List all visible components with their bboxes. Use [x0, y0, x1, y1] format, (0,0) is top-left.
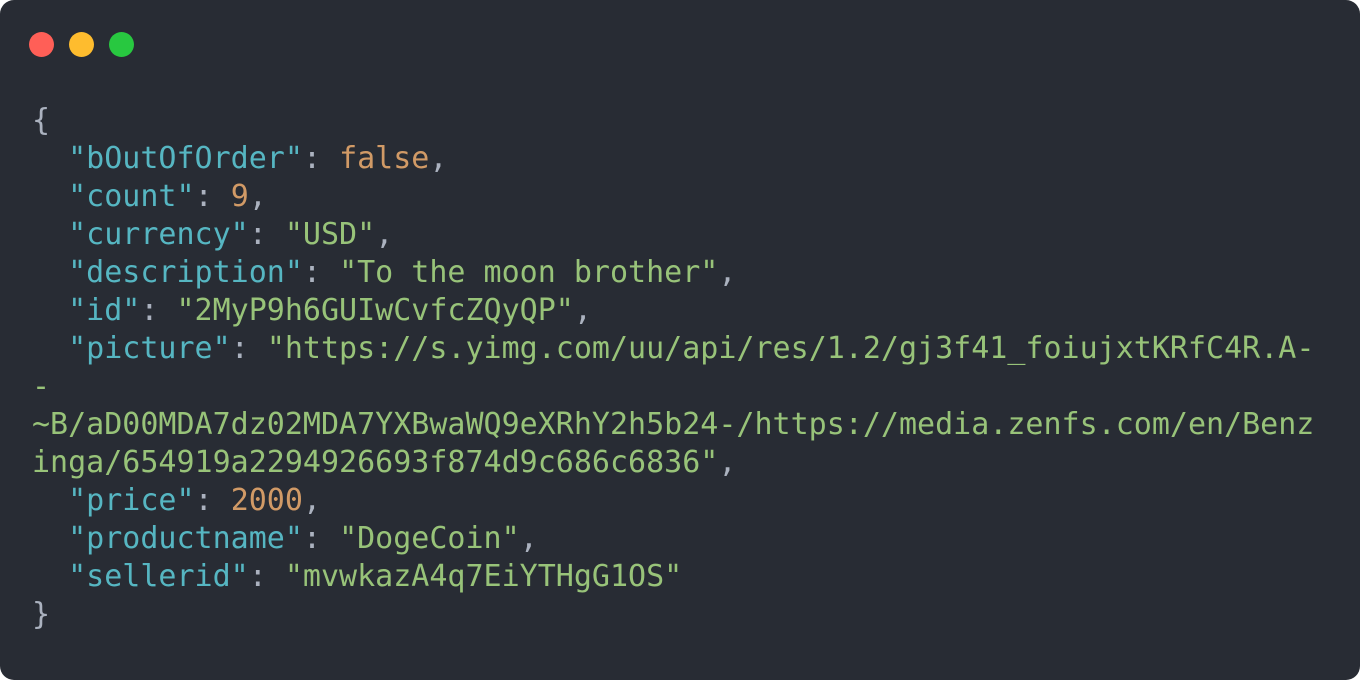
code-line-id: "id": "2MyP9h6GUIwCvfcZQyQP",: [68, 293, 592, 328]
json-key: "sellerid": [68, 559, 249, 594]
json-value: "To the moon brother": [339, 255, 719, 290]
code-line-picture-wrap: -: [32, 368, 1322, 406]
window-titlebar: [0, 0, 1360, 80]
json-key: "bOutOfOrder": [68, 141, 303, 176]
code-line-currency: "currency": "USD",: [68, 217, 394, 252]
maximize-window-icon[interactable]: [109, 32, 134, 57]
json-key: "description": [68, 255, 303, 290]
code-line-sellerid: "sellerid": "mvwkazA4q7EiYTHgG1OS": [68, 559, 683, 594]
code-line: {: [32, 102, 1322, 140]
code-window: { "bOutOfOrder": false, "count": 9, "cur…: [0, 0, 1360, 680]
json-key: "count": [68, 179, 195, 214]
json-value: "mvwkazA4q7EiYTHgG1OS": [284, 559, 683, 594]
json-value: "USD": [284, 217, 376, 252]
json-value: 9: [230, 179, 249, 214]
json-key: "currency": [68, 217, 249, 252]
json-key: "id": [68, 293, 141, 328]
code-line-bOutOfOrder: "bOutOfOrder": false,: [68, 141, 448, 176]
code-line-description: "description": "To the moon brother",: [68, 255, 737, 290]
json-value-wrap: inga/654919a2294926693f874d9c686c6836": [32, 445, 719, 480]
json-key: "picture": [68, 331, 231, 366]
json-value: 2000: [230, 483, 303, 518]
code-line-count: "count": 9,: [68, 179, 267, 214]
code-line: }: [32, 596, 1322, 634]
json-key: "productname": [68, 521, 303, 556]
close-brace: }: [32, 597, 51, 632]
minimize-window-icon[interactable]: [69, 32, 94, 57]
code-line-picture-wrap: ~B/aD00MDA7dz02MDA7YXBwaWQ9eXRhY2h5b24-/…: [32, 406, 1322, 444]
code-line-picture: "picture": "https://s.yimg.com/uu/api/re…: [68, 331, 1315, 366]
code-line-productname: "productname": "DogeCoin",: [68, 521, 538, 556]
json-value: "2MyP9h6GUIwCvfcZQyQP": [176, 293, 574, 328]
json-value-wrap: -: [32, 369, 51, 404]
json-code-block: { "bOutOfOrder": false, "count": 9, "cur…: [32, 102, 1322, 634]
close-window-icon[interactable]: [29, 32, 54, 57]
json-value: false: [339, 141, 430, 176]
code-line-price: "price": 2000,: [68, 483, 321, 518]
open-brace: {: [32, 103, 51, 138]
json-value: "https://s.yimg.com/uu/api/res/1.2/gj3f4…: [266, 331, 1315, 366]
code-line-picture-wrap: inga/654919a2294926693f874d9c686c6836",: [32, 445, 737, 480]
json-value: "DogeCoin": [339, 521, 520, 556]
json-value-wrap: ~B/aD00MDA7dz02MDA7YXBwaWQ9eXRhY2h5b24-/…: [32, 407, 1315, 442]
json-key: "price": [68, 483, 195, 518]
